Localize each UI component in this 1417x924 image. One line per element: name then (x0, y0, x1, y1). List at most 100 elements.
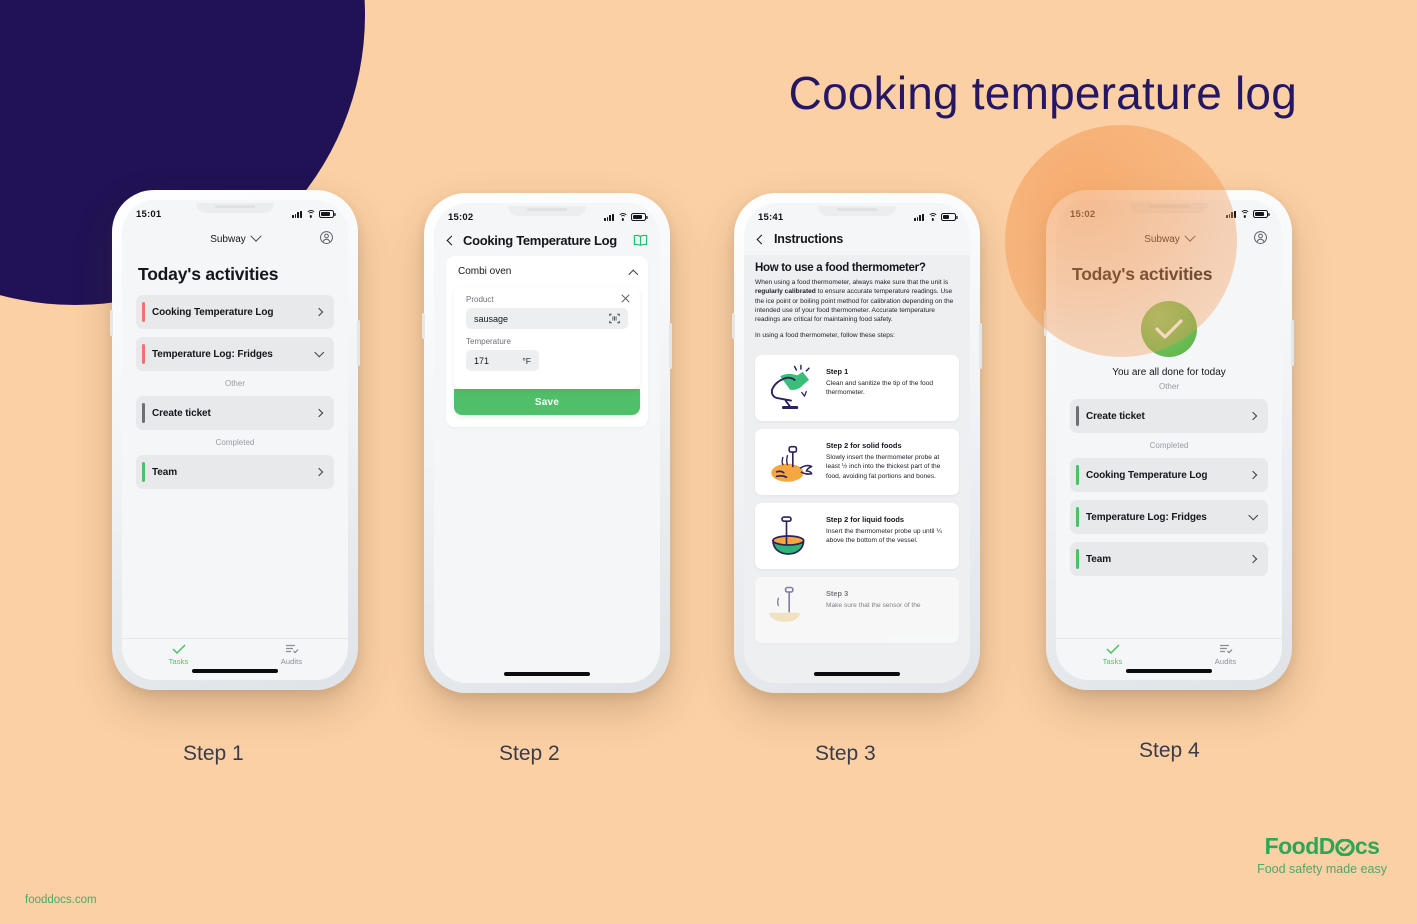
group-label-other: Other (1158, 382, 1179, 391)
tab-audits[interactable]: Audits (1169, 644, 1282, 666)
battery-icon (631, 213, 648, 221)
instruction-step-card[interactable]: Step 3 Make sure that the sensor of the (755, 577, 959, 644)
logo-part-2: cs (1354, 833, 1380, 859)
tab-tasks[interactable]: Tasks (1056, 644, 1169, 666)
wifi-icon (1239, 210, 1250, 218)
task-row[interactable]: Create ticket (1070, 399, 1268, 433)
group-label-completed: Completed (1149, 441, 1189, 450)
save-button[interactable]: Save (454, 389, 640, 415)
battery-icon (1253, 210, 1270, 218)
step-caption-2: Step 2 (499, 742, 560, 765)
product-input[interactable]: sausage (466, 308, 628, 329)
status-time: 15:02 (448, 211, 474, 223)
step-text: Step 2 for liquid foods Insert the therm… (826, 511, 950, 545)
status-icons (1225, 210, 1270, 218)
group-label-completed: Completed (215, 438, 255, 447)
chevron-down-icon (1248, 510, 1258, 520)
status-bar-indicator (1076, 549, 1079, 569)
step-description: Slowly insert the thermometer probe at l… (826, 454, 941, 480)
wifi-icon (617, 213, 628, 221)
home-indicator (192, 669, 278, 673)
step-caption-4: Step 4 (1139, 739, 1200, 762)
step-description: Make sure that the sensor of the (826, 602, 921, 610)
task-row[interactable]: Team (1070, 542, 1268, 576)
instruction-steps-list: Step 1 Clean and sanitize the tip of the… (744, 349, 970, 683)
group-label-other: Other (224, 379, 245, 388)
paragraph-emphasis: regularly calibrated (755, 288, 816, 296)
instructions-paragraph-1: When using a food thermometer, always ma… (755, 278, 959, 325)
tab-audits[interactable]: Audits (235, 644, 348, 666)
step-title: Step 1 (826, 367, 849, 377)
task-row[interactable]: Team (136, 455, 334, 489)
phone3-nav-header: Instructions (744, 227, 970, 255)
org-selector[interactable]: Subway (210, 230, 262, 245)
step-title: Step 3 (826, 589, 849, 599)
check-icon (1155, 319, 1183, 339)
step-title: Step 2 for solid foods (826, 441, 902, 451)
status-time: 15:41 (758, 211, 784, 223)
instruction-step-card[interactable]: Step 2 for solid foods Slowly insert the… (755, 429, 959, 496)
instruction-step-card[interactable]: Step 1 Clean and sanitize the tip of the… (755, 355, 959, 422)
temperature-input[interactable]: 171 °F (466, 350, 539, 371)
task-label: Temperature Log: Fridges (152, 348, 273, 360)
phone2-screen: 15:02 Cooking Temperature Log Combi oven (434, 203, 660, 683)
task-row[interactable]: Cooking Temperature Log (1070, 458, 1268, 492)
signal-icon (913, 213, 924, 221)
step-description: Insert the thermometer probe up until ¼ … (826, 528, 942, 545)
section-header[interactable]: Combi oven (446, 256, 648, 287)
back-arrow-icon[interactable] (446, 235, 457, 246)
chevron-down-icon (250, 230, 262, 242)
tab-label: Tasks (1102, 657, 1123, 666)
instructions-heading: How to use a food thermometer? (755, 262, 926, 274)
home-indicator (504, 672, 590, 676)
page-title: Today's activities (1072, 264, 1213, 284)
account-icon[interactable] (1253, 230, 1268, 245)
nav-title: Instructions (774, 232, 844, 246)
tab-tasks[interactable]: Tasks (122, 644, 235, 666)
task-row[interactable]: Temperature Log: Fridges (1070, 500, 1268, 534)
signal-icon (1225, 210, 1236, 218)
instructions-book-icon[interactable] (633, 234, 648, 247)
barcode-scan-icon[interactable] (609, 313, 620, 324)
audits-list-check-icon (285, 644, 298, 654)
check-icon (171, 644, 186, 654)
phone1-app-header: Subway (122, 226, 348, 252)
org-selector[interactable]: Subway (1144, 230, 1196, 245)
close-icon[interactable] (621, 294, 630, 303)
status-time: 15:01 (136, 208, 162, 220)
status-bar-indicator (1076, 507, 1079, 527)
status-icons (913, 213, 958, 221)
temperature-value: 171 (474, 355, 490, 366)
task-row[interactable]: Cooking Temperature Log (136, 295, 334, 329)
step-text: Step 1 Clean and sanitize the tip of the… (826, 363, 950, 397)
battery-icon (319, 210, 336, 218)
task-label: Cooking Temperature Log (1086, 469, 1208, 481)
task-row[interactable]: Temperature Log: Fridges (136, 337, 334, 371)
phone4-app-header: Subway (1056, 226, 1282, 252)
step-description: Clean and sanitize the tip of the food t… (826, 380, 934, 397)
product-label: Product (466, 295, 494, 304)
task-row[interactable]: Create ticket (136, 396, 334, 430)
chevron-right-icon (314, 467, 324, 477)
battery-icon (941, 213, 958, 221)
fooddocs-logo: FoodD cs (1265, 833, 1380, 860)
status-icons (291, 210, 336, 218)
page-title: Today's activities (138, 264, 279, 284)
task-label: Create ticket (1086, 410, 1145, 422)
footer-url[interactable]: fooddocs.com (25, 894, 97, 906)
notch-speaker-icon (1149, 205, 1189, 208)
step-title: Step 2 for liquid foods (826, 515, 905, 525)
instructions-paragraph-2: In using a food thermometer, follow thes… (755, 331, 896, 339)
instruction-step-card[interactable]: Step 2 for liquid foods Insert the therm… (755, 503, 959, 570)
status-icons (603, 213, 648, 221)
tab-label: Tasks (168, 657, 189, 666)
wifi-icon (305, 210, 316, 218)
task-label: Team (152, 466, 177, 478)
signal-icon (291, 210, 302, 218)
roast-chicken-probe-icon (771, 446, 813, 482)
home-indicator (1126, 669, 1212, 673)
chevron-right-icon (314, 408, 324, 418)
account-icon[interactable] (319, 230, 334, 245)
chevron-down-icon (1184, 230, 1196, 242)
back-arrow-icon[interactable] (756, 234, 767, 244)
